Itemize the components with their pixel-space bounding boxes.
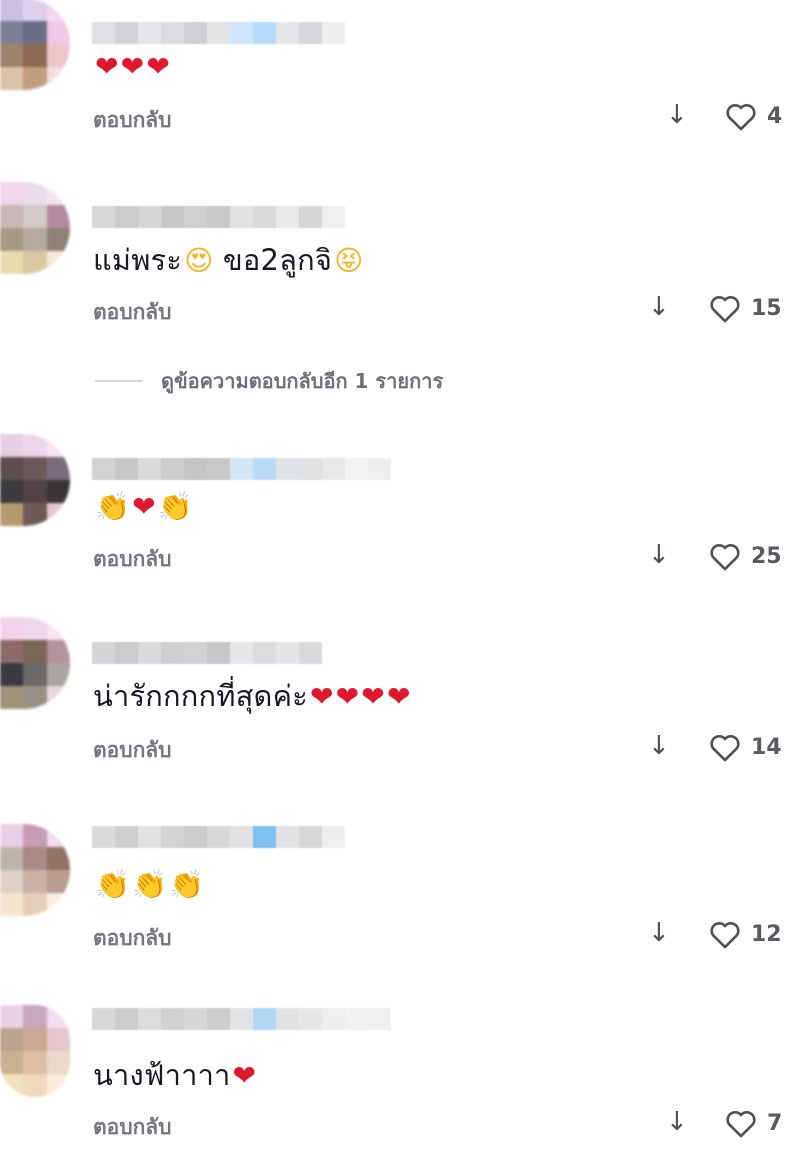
dislike-arrow-icon[interactable]: ↓	[666, 1107, 688, 1137]
heart-outline-icon	[726, 104, 756, 131]
comment-text: 👏👏👏	[93, 866, 204, 903]
like-button[interactable]: 7	[725, 1109, 782, 1138]
username[interactable]	[92, 206, 345, 228]
like-button[interactable]: 15	[709, 294, 782, 323]
heart-eyes-icon: 😍	[184, 244, 214, 277]
dislike-arrow-icon[interactable]: ↓	[648, 540, 670, 570]
dislike-arrow-icon[interactable]: ↓	[648, 918, 670, 948]
avatar[interactable]	[0, 824, 70, 916]
like-count: 4	[767, 104, 783, 129]
dislike-arrow-icon[interactable]: ↓	[648, 292, 670, 322]
comment-text: ❤❤❤	[93, 48, 170, 85]
comment-text: น่ารักกกกที่สุดค่ะ❤❤❤❤	[93, 678, 411, 715]
clapping-hands-icon: 👏	[95, 868, 131, 901]
comment-text-part: ขอ2ลูกจิ	[213, 243, 333, 277]
comment-item: 👏❤👏 ตอบกลับ ↓ 25	[0, 432, 800, 602]
comment-text-part: น่ารักกกกที่สุดค่ะ	[93, 679, 308, 713]
username[interactable]	[92, 22, 345, 44]
dislike-arrow-icon[interactable]: ↓	[666, 100, 688, 130]
avatar[interactable]	[0, 1005, 70, 1097]
heart-outline-icon	[710, 922, 740, 949]
clapping-hands-icon: 👏	[95, 490, 131, 523]
like-button[interactable]: 4	[725, 102, 782, 131]
heart-icon: ❤	[309, 680, 334, 713]
username[interactable]	[92, 1008, 391, 1030]
avatar[interactable]	[0, 182, 70, 274]
heart-outline-icon	[710, 544, 740, 571]
heart-outline-icon	[726, 1111, 756, 1138]
username[interactable]	[92, 826, 345, 848]
reply-button[interactable]: ตอบกลับ	[93, 922, 172, 955]
heart-outline-icon	[710, 735, 740, 762]
reply-button[interactable]: ตอบกลับ	[93, 296, 172, 329]
heart-icon: ❤	[386, 680, 411, 713]
avatar[interactable]	[0, 0, 70, 90]
view-more-replies-label: ดูข้อความตอบกลับอีก 1 รายการ	[161, 369, 444, 393]
heart-icon: ❤	[146, 50, 171, 83]
username[interactable]	[92, 458, 391, 480]
divider	[95, 380, 143, 382]
heart-icon: ❤	[120, 50, 145, 83]
clapping-hands-icon: 👏	[132, 868, 168, 901]
heart-icon: ❤	[95, 50, 119, 83]
comment-item: แม่พระ😍 ขอ2ลูกจิ😝 ตอบกลับ ↓ 15	[0, 180, 800, 350]
avatar[interactable]	[0, 617, 70, 709]
comment-text: แม่พระ😍 ขอ2ลูกจิ😝	[93, 242, 364, 279]
like-button[interactable]: 14	[709, 733, 782, 762]
reply-button[interactable]: ตอบกลับ	[93, 104, 172, 137]
like-button[interactable]: 12	[709, 920, 782, 949]
comment-item: นางฟ้าาาา❤ ตอบกลับ ↓ 7	[0, 1003, 800, 1152]
dislike-arrow-icon[interactable]: ↓	[648, 731, 670, 761]
heart-icon: ❤	[361, 680, 385, 713]
avatar[interactable]	[0, 434, 70, 526]
comment-text-part: นางฟ้าาาา	[93, 1058, 231, 1092]
heart-icon: ❤	[335, 680, 360, 713]
squint-tongue-icon: 😝	[334, 244, 364, 277]
comment-item: 👏👏👏 ตอบกลับ ↓ 12	[0, 822, 800, 992]
heart-outline-icon	[710, 296, 740, 323]
like-count: 7	[767, 1111, 783, 1136]
clapping-hands-icon: 👏	[169, 868, 205, 901]
heart-icon: ❤	[232, 1059, 257, 1092]
like-count: 12	[751, 922, 782, 947]
comment-text: นางฟ้าาาา❤	[93, 1057, 256, 1094]
like-count: 14	[751, 735, 782, 760]
reply-button[interactable]: ตอบกลับ	[93, 543, 172, 576]
reply-button[interactable]: ตอบกลับ	[93, 734, 172, 767]
comment-text: 👏❤👏	[93, 488, 193, 525]
comment-text-part: แม่พระ	[93, 243, 183, 277]
reply-button[interactable]: ตอบกลับ	[93, 1111, 172, 1144]
clapping-hands-icon: 👏	[157, 490, 193, 523]
comment-item: น่ารักกกกที่สุดค่ะ❤❤❤❤ ตอบกลับ ↓ 14	[0, 615, 800, 785]
comment-item: ❤❤❤ ตอบกลับ ↓ 4	[0, 0, 800, 170]
heart-icon: ❤	[132, 490, 156, 523]
like-button[interactable]: 25	[709, 542, 782, 571]
username[interactable]	[92, 642, 322, 664]
like-count: 25	[751, 544, 782, 569]
like-count: 15	[751, 296, 782, 321]
view-more-replies[interactable]: ดูข้อความตอบกลับอีก 1 รายการ	[95, 365, 443, 397]
